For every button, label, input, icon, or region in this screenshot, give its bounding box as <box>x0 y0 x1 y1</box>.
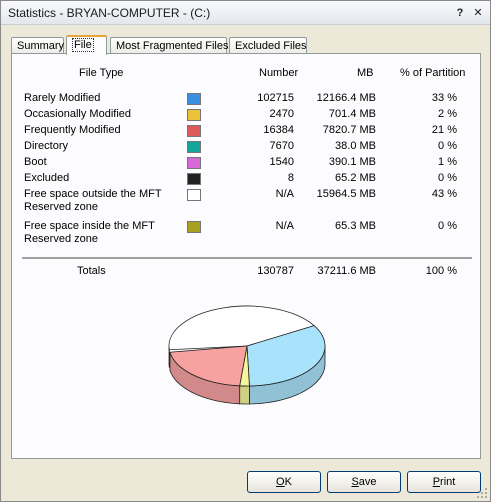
color-swatch <box>187 157 201 169</box>
file-count: 2470 <box>269 108 294 120</box>
file-type-label: Occasionally Modified <box>24 108 131 120</box>
print-button-rest: rint <box>440 476 456 488</box>
file-count: N/A <box>275 220 294 232</box>
file-count: N/A <box>275 188 294 200</box>
tab-excluded-label: Excluded Files <box>235 40 307 52</box>
print-button-mnemonic: P <box>432 476 441 488</box>
save-button-mnemonic: S <box>351 476 359 488</box>
save-button-rest: ave <box>358 476 377 488</box>
file-count: 16384 <box>263 124 294 136</box>
pie-slice-side <box>239 385 250 405</box>
color-swatch <box>187 141 201 153</box>
color-swatch <box>187 125 201 137</box>
header-file-type: File Type <box>79 67 124 79</box>
file-size-mb: 65.3 MB <box>335 220 376 232</box>
window-title: Statistics - BRYAN-COMPUTER - (C:) <box>8 6 211 20</box>
percent-of-partition: 0 % <box>438 220 457 232</box>
header-percent-partition: % of Partition <box>400 67 466 79</box>
tab-excluded-files[interactable]: Excluded Files <box>229 37 307 54</box>
totals-percent: 100 % <box>425 265 457 277</box>
file-type-label: Frequently Modified <box>24 124 121 136</box>
color-swatch <box>187 173 201 185</box>
totals-label: Totals <box>77 265 106 277</box>
file-type-pie-chart <box>162 294 332 414</box>
color-swatch <box>187 93 201 105</box>
table-row: Free space outside the MFT Reserved zone N… <box>12 188 472 213</box>
tab-most-fragmented-files[interactable]: Most Fragmented Files <box>110 37 229 54</box>
percent-of-partition: 21 % <box>431 124 457 136</box>
totals-mb: 37211.6 MB <box>317 265 376 277</box>
tab-summary[interactable]: Summary <box>11 37 64 54</box>
percent-of-partition: 43 % <box>431 188 457 200</box>
file-stats-panel: File Type Number MB % of Partition Rarel… <box>11 53 481 459</box>
file-size-mb: 390.1 MB <box>328 156 376 168</box>
tab-strip: Summary File Most Fragmented Files Exclu… <box>11 35 481 55</box>
color-swatch <box>187 189 201 201</box>
totals-row: Totals 130787 37211.6 MB 100 % <box>12 264 472 280</box>
file-size-mb: 7820.7 MB <box>322 124 376 136</box>
file-count: 102715 <box>257 92 294 104</box>
ok-button-mnemonic: O <box>276 476 285 488</box>
file-size-mb: 12166.4 MB <box>316 92 376 104</box>
totals-number: 130787 <box>257 265 294 277</box>
color-swatch <box>187 221 201 233</box>
table-row: Occasionally Modified 2470 701.4 MB 2 % <box>12 108 472 124</box>
color-swatch <box>187 109 201 121</box>
save-button[interactable]: Save <box>327 471 401 493</box>
pie-chart-svg <box>168 305 326 405</box>
table-row: Frequently Modified 16384 7820.7 MB 21 % <box>12 124 472 140</box>
file-type-label: Rarely Modified <box>24 92 101 104</box>
table-row: Boot 1540 390.1 MB 1 % <box>12 156 472 172</box>
statistics-window: Statistics - BRYAN-COMPUTER - (C:) ? ✕ S… <box>0 0 491 502</box>
tab-summary-label: Summary <box>17 40 65 52</box>
file-count: 7670 <box>269 140 294 152</box>
tab-most-fragmented-label: Most Fragmented Files <box>116 40 229 52</box>
table-row: Free space inside the MFT Reserved zone N/… <box>12 220 472 245</box>
ok-button-rest: K <box>284 476 292 488</box>
table-row: Excluded 8 65.2 MB 0 % <box>12 172 472 188</box>
percent-of-partition: 1 % <box>438 156 457 168</box>
ok-button[interactable]: OK <box>247 471 321 493</box>
file-size-mb: 15964.5 MB <box>316 188 376 200</box>
file-type-label: Excluded <box>24 172 70 184</box>
percent-of-partition: 33 % <box>431 92 457 104</box>
tab-file[interactable]: File <box>66 35 107 55</box>
print-button[interactable]: Print <box>407 471 481 493</box>
resize-grip-icon[interactable] <box>476 487 488 499</box>
tab-file-label: File <box>72 38 94 52</box>
title-bar: Statistics - BRYAN-COMPUTER - (C:) ? ✕ <box>1 1 490 25</box>
file-type-label: Free space inside the MFT Reserved zone <box>24 220 155 245</box>
percent-of-partition: 0 % <box>438 172 457 184</box>
table-row: Directory 7670 38.0 MB 0 % <box>12 140 472 156</box>
percent-of-partition: 0 % <box>438 140 457 152</box>
file-count: 1540 <box>269 156 294 168</box>
file-type-label: Free space outside the MFT Reserved zone <box>24 188 162 213</box>
header-mb: MB <box>357 67 374 79</box>
file-size-mb: 38.0 MB <box>335 140 376 152</box>
file-size-mb: 701.4 MB <box>328 108 376 120</box>
header-number: Number <box>259 67 299 79</box>
file-type-label: Directory <box>24 140 69 152</box>
close-button[interactable]: ✕ <box>471 6 485 20</box>
file-type-label: Boot <box>24 156 47 168</box>
percent-of-partition: 2 % <box>438 108 457 120</box>
file-count: 8 <box>287 172 294 184</box>
file-size-mb: 65.2 MB <box>335 172 376 184</box>
help-button[interactable]: ? <box>453 6 467 20</box>
table-row: Rarely Modified 102715 12166.4 MB 33 % <box>12 92 472 108</box>
